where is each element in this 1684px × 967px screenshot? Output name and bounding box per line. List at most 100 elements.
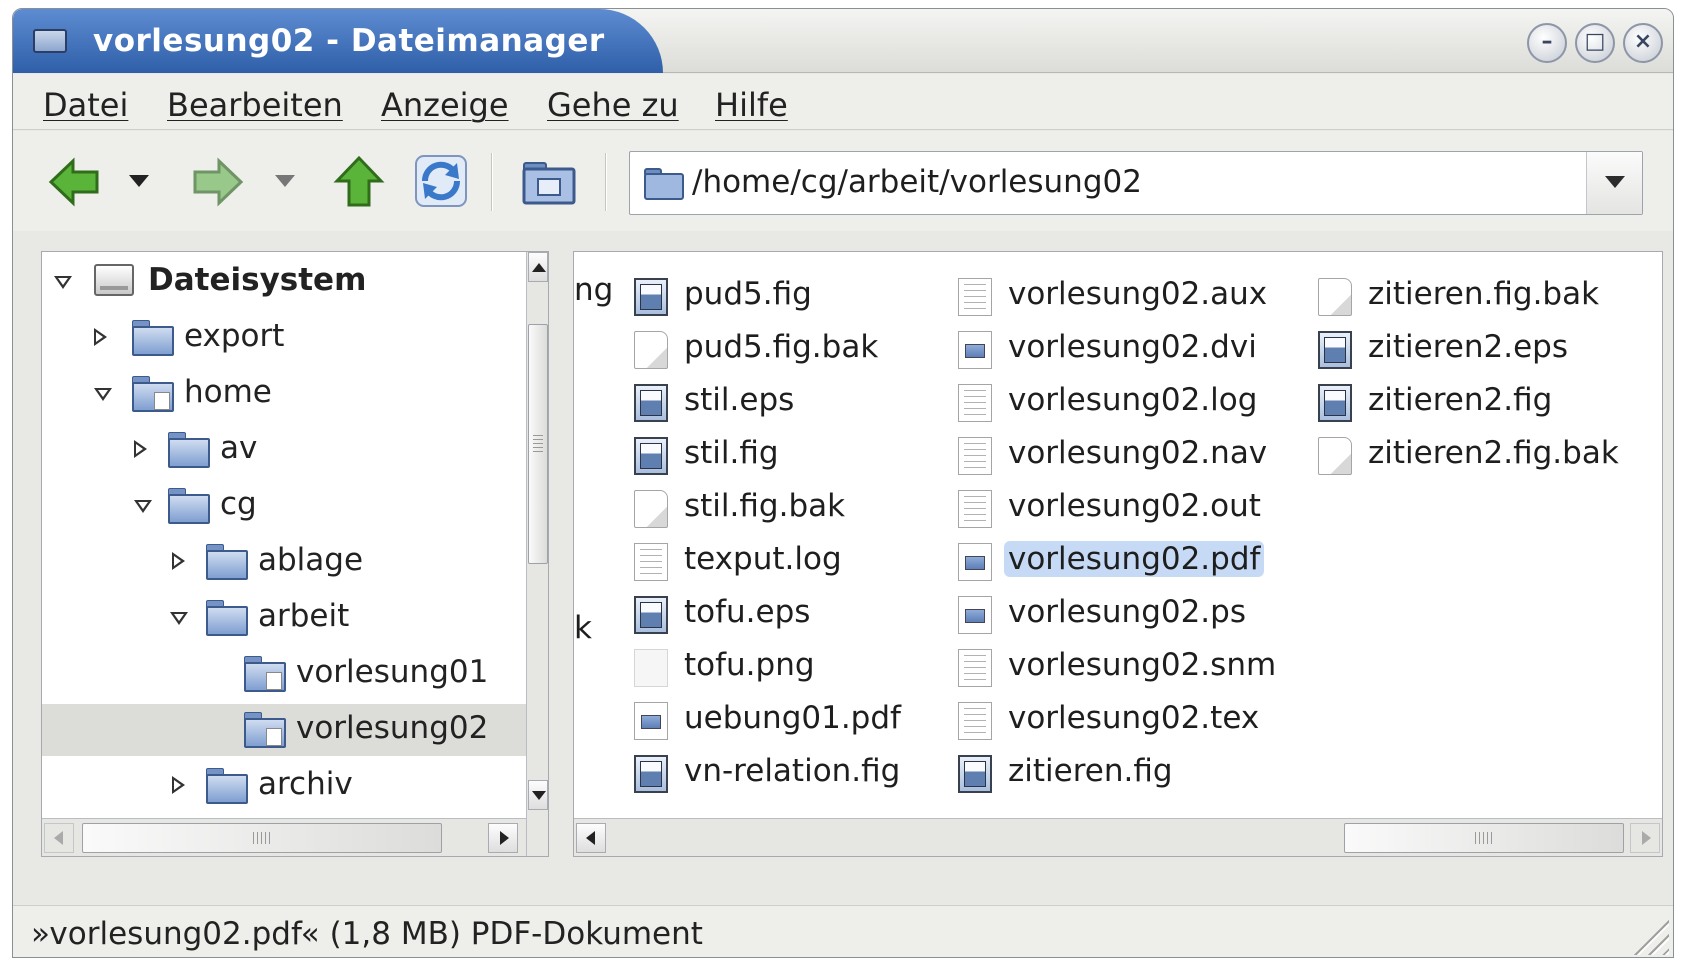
image-icon [634, 755, 668, 793]
tree-item-label: arbeit [258, 598, 350, 634]
menu-hilfe[interactable]: Hilfe [715, 86, 788, 124]
scroll-down-button[interactable] [528, 780, 548, 810]
file-name: stil.fig [684, 435, 779, 471]
tree-item-home[interactable]: home [42, 368, 526, 420]
image-icon [634, 596, 668, 634]
location-dropdown-button[interactable] [1586, 152, 1642, 214]
tree-item-cg[interactable]: cg [42, 480, 526, 532]
tree-vertical-scrollbar[interactable] [526, 252, 548, 856]
title-bar[interactable]: vorlesung02 - Dateimanager – □ × [13, 9, 1673, 73]
menu-bar: Datei Bearbeiten Anzeige Gehe zu Hilfe [13, 74, 1673, 130]
up-icon[interactable] [333, 155, 385, 209]
tree-item-export[interactable]: export [42, 312, 526, 364]
expanded-triangle-icon[interactable] [134, 500, 152, 513]
tree-item-ablage[interactable]: ablage [42, 536, 526, 588]
tree-item-archiv[interactable]: archiv [42, 760, 526, 812]
arrow-down-icon [532, 791, 546, 800]
file-name: pud5.fig.bak [684, 329, 879, 365]
file-name: vn-relation.fig [684, 753, 901, 789]
expanded-triangle-icon[interactable] [170, 612, 188, 625]
location-combobox[interactable]: /home/cg/arbeit/vorlesung02 [629, 151, 1643, 215]
file-name: tofu.png [684, 647, 815, 683]
blank-file-icon [634, 490, 668, 528]
file-name: pud5.fig [684, 276, 812, 312]
menu-datei[interactable]: Datei [43, 86, 128, 124]
file-name: zitieren2.fig.bak [1368, 435, 1619, 471]
toolbar-separator [605, 153, 607, 211]
image-icon [634, 384, 668, 422]
partial-file-name[interactable]: k [574, 610, 592, 646]
menu-bearbeiten[interactable]: Bearbeiten [167, 86, 343, 124]
tree-scroll-thumb[interactable] [528, 324, 548, 564]
tree-item-vorlesung01[interactable]: vorlesung01 [42, 648, 526, 700]
window-title: vorlesung02 - Dateimanager [93, 23, 605, 59]
tree-item-label: vorlesung01 [296, 654, 489, 690]
close-icon[interactable]: × [1623, 23, 1663, 63]
blank-file-icon [1318, 278, 1352, 316]
png-file-icon [634, 649, 668, 687]
tree-item-label: export [184, 318, 285, 354]
forward-icon[interactable] [191, 157, 245, 207]
location-path[interactable]: /home/cg/arbeit/vorlesung02 [692, 164, 1142, 200]
tree-horizontal-scrollbar[interactable] [42, 818, 526, 856]
file-name: vorlesung02.out [1008, 488, 1261, 524]
file-name: zitieren2.fig [1368, 382, 1553, 418]
title-tab: vorlesung02 - Dateimanager [13, 9, 663, 73]
tree-item-av[interactable]: av [42, 424, 526, 476]
file-name: vorlesung02.pdf [1004, 541, 1265, 577]
expanded-triangle-icon[interactable] [94, 388, 112, 401]
tree-item-arbeit[interactable]: arbeit [42, 592, 526, 644]
files-hscroll-thumb[interactable] [1344, 823, 1624, 853]
menu-anzeige[interactable]: Anzeige [381, 86, 509, 124]
file-name: vorlesung02.log [1008, 382, 1258, 418]
file-name: texput.log [684, 541, 842, 577]
window-icon [33, 29, 67, 53]
scroll-up-button[interactable] [528, 252, 548, 282]
collapsed-triangle-icon[interactable] [134, 440, 147, 458]
image-icon [634, 278, 668, 316]
pdf-file-icon [958, 543, 992, 581]
tree-item-label: archiv [258, 766, 353, 802]
resize-grip[interactable] [1633, 919, 1669, 955]
arrow-right-icon [500, 831, 509, 845]
file-name: uebung01.pdf [684, 700, 901, 736]
menu-gehe-zu[interactable]: Gehe zu [547, 86, 679, 124]
collapsed-triangle-icon[interactable] [172, 776, 185, 794]
tree-item-label: vorlesung02 [296, 710, 489, 746]
expanded-triangle-icon[interactable] [54, 276, 72, 289]
file-name: zitieren2.eps [1368, 329, 1568, 365]
file-name: vorlesung02.aux [1008, 276, 1268, 312]
blank-file-icon [1318, 437, 1352, 475]
minimize-icon[interactable]: – [1527, 23, 1567, 63]
reload-icon[interactable] [413, 153, 469, 209]
text-file-icon [958, 384, 992, 422]
back-icon[interactable] [47, 157, 101, 207]
partial-file-name[interactable]: ng [574, 272, 613, 308]
forward-history-dropdown[interactable] [275, 175, 295, 189]
tree-hscroll-thumb[interactable] [82, 823, 442, 853]
maximize-icon[interactable]: □ [1575, 23, 1615, 63]
arrow-left-icon [586, 831, 595, 845]
folder-icon [132, 320, 174, 356]
status-text: »vorlesung02.pdf« (1,8 MB) PDF-Dokument [31, 916, 703, 952]
text-file-icon [958, 490, 992, 528]
files-horizontal-scrollbar[interactable] [574, 818, 1662, 856]
folder-link-icon [244, 712, 286, 748]
file-view[interactable]: ng k pud5.fig pud5.fig.bak stil.eps stil.fi… [573, 251, 1663, 857]
collapsed-triangle-icon[interactable] [94, 328, 107, 346]
scroll-left-button[interactable] [576, 823, 606, 853]
scroll-left-button[interactable] [44, 823, 74, 853]
folder-open-icon [168, 488, 210, 524]
home-folder-icon[interactable] [521, 157, 577, 207]
scroll-right-button[interactable] [488, 823, 518, 853]
collapsed-triangle-icon[interactable] [172, 552, 185, 570]
tree-root[interactable]: Dateisystem [42, 256, 526, 308]
pdf-file-icon [958, 331, 992, 369]
file-name: vorlesung02.nav [1008, 435, 1268, 471]
text-file-icon [958, 702, 992, 740]
scroll-right-button[interactable] [1630, 823, 1660, 853]
blank-file-icon [634, 331, 668, 369]
tree-item-vorlesung02[interactable]: vorlesung02 [42, 704, 526, 756]
back-history-dropdown[interactable] [129, 175, 149, 189]
arrow-left-icon [54, 831, 63, 845]
